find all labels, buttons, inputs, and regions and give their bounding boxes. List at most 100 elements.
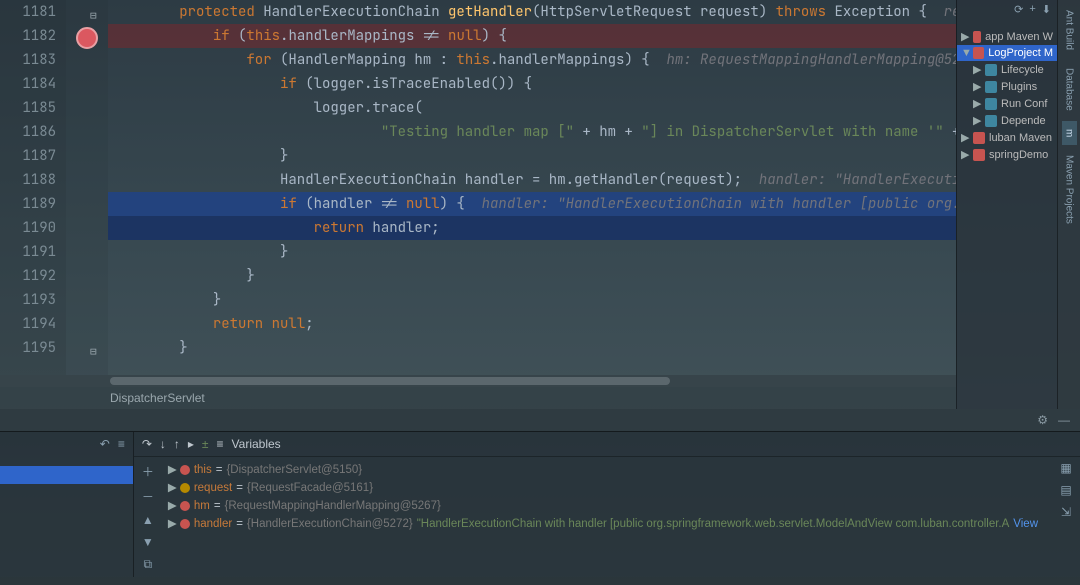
project-tree-item[interactable]: ▶ Run Conf — [957, 95, 1057, 112]
module-icon — [973, 47, 984, 59]
line-number: 1183 — [0, 48, 56, 72]
code-line[interactable]: return null; — [108, 312, 956, 336]
expand-icon[interactable]: ▶ — [973, 97, 981, 110]
variables-tab-label[interactable]: Variables — [232, 437, 281, 451]
editor-horizontal-scrollbar[interactable] — [0, 375, 956, 387]
code-line[interactable]: return handler; — [108, 216, 956, 240]
var-value: {HandlerExecutionChain@5272} — [247, 515, 413, 533]
project-tree-item[interactable]: ▶springDemo — [957, 146, 1057, 163]
expand-icon[interactable]: ▶ — [973, 63, 981, 76]
var-kind-icon — [180, 501, 190, 511]
filter-icon[interactable]: ▤ — [1060, 483, 1071, 497]
maven-projects-panel[interactable]: ⟳ + ⬇ ▶app Maven W ▼ LogProject M ▶Lifecycl… — [956, 0, 1057, 409]
var-kind-icon — [180, 483, 190, 493]
download-icon[interactable]: ⬇ — [1042, 3, 1051, 25]
breakpoint-marker[interactable] — [76, 27, 98, 49]
tool-window-tab[interactable]: Database — [1062, 60, 1077, 119]
right-tool-tabs[interactable]: Ant Build Database m Maven Projects — [1057, 0, 1080, 409]
code-line[interactable]: if (handler != null) { handler: "Handler… — [108, 192, 956, 216]
expand-icon[interactable]: ▶ — [168, 515, 176, 533]
code-line[interactable]: if (this.handlerMappings != null) { — [108, 24, 956, 48]
scrollbar-thumb[interactable] — [110, 377, 670, 385]
remove-watch-icon[interactable]: － — [142, 488, 154, 505]
variables-toolbar[interactable]: ＋ － ▲ ▼ ⧉ — [134, 457, 162, 577]
expand-icon[interactable]: ▶ — [961, 131, 969, 144]
code-line[interactable]: } — [108, 264, 956, 288]
project-tree-item[interactable]: ▶ Depende — [957, 112, 1057, 129]
expand-icon[interactable]: ▶ — [168, 497, 176, 515]
code-line[interactable]: for (HandlerMapping hm : this.handlerMap… — [108, 48, 956, 72]
expand-icon[interactable]: ▶ — [973, 80, 981, 93]
tree-item-label: luban Maven — [989, 132, 1052, 144]
project-tree-item[interactable]: ▶ luban Maven — [957, 129, 1057, 146]
tool-window-header[interactable]: ⚙ — — [0, 409, 1080, 431]
status-bar — [0, 577, 1080, 585]
code-area[interactable]: protected HandlerExecutionChain getHandl… — [108, 0, 956, 375]
tree-item-label: Depende — [1001, 115, 1046, 127]
line-number: 1185 — [0, 96, 56, 120]
code-line[interactable]: } — [108, 336, 956, 360]
code-line[interactable]: logger.trace( — [108, 96, 956, 120]
step-over-icon[interactable]: ↷ — [142, 437, 152, 451]
var-value: {RequestFacade@5161} — [247, 479, 373, 497]
thread-dropdown-icon[interactable]: ≡ — [118, 437, 125, 451]
variable-row[interactable]: ▶ hm = {RequestMappingHandlerMapping@526… — [168, 497, 1046, 515]
var-name: hm — [194, 497, 210, 515]
breadcrumb[interactable]: DispatcherServlet — [0, 387, 956, 409]
project-tree-item[interactable]: ▶app Maven W — [957, 28, 1057, 45]
step-out-icon[interactable]: ↑ — [174, 437, 180, 451]
expand-icon[interactable]: ▶ — [168, 461, 176, 479]
fold-icon[interactable]: ⊟ — [90, 4, 97, 28]
gear-icon[interactable]: ⚙ — [1037, 413, 1048, 427]
step-into-icon[interactable]: ↓ — [160, 437, 166, 451]
layout-icon[interactable]: ▦ — [1060, 461, 1071, 475]
variable-row[interactable]: ▶ request = {RequestFacade@5161} — [168, 479, 1046, 497]
fold-icon[interactable]: ⊟ — [90, 340, 97, 364]
up-icon[interactable]: ▲ — [142, 513, 154, 527]
frames-panel[interactable]: ↶ ≡ — [0, 432, 134, 577]
code-line[interactable]: protected HandlerExecutionChain getHandl… — [108, 0, 956, 24]
selected-frame[interactable] — [0, 466, 133, 484]
code-line[interactable]: } — [108, 288, 956, 312]
run-to-cursor-icon[interactable]: ▸ — [188, 437, 194, 451]
prev-frame-icon[interactable]: ↶ — [100, 437, 110, 451]
line-number: 1191 — [0, 240, 56, 264]
code-line[interactable]: "Testing handler map [" + hm + "] in Dis… — [108, 120, 956, 144]
down-icon[interactable]: ▼ — [142, 535, 154, 549]
project-tree-item[interactable]: ▶Plugins — [957, 78, 1057, 95]
expand-icon[interactable]: ▶ — [961, 30, 969, 43]
tool-window-tab[interactable]: Maven Projects — [1062, 147, 1077, 232]
gutter-marks[interactable]: ⊟ ⊟ — [66, 0, 108, 375]
code-editor[interactable]: 1181118211831184118511861187118811891190… — [0, 0, 956, 375]
line-number: 1181 — [0, 0, 56, 24]
close-icon[interactable]: — — [1058, 413, 1070, 427]
code-line[interactable]: } — [108, 240, 956, 264]
expand-icon[interactable]: ▶ — [168, 479, 176, 497]
refresh-icon[interactable]: ⟳ — [1014, 3, 1023, 25]
project-tree-item[interactable]: ▼ LogProject M — [957, 45, 1057, 61]
variables-panel[interactable]: ↷ ↓ ↑ ▸ ± ≡ Variables ＋ － ▲ ▼ ⧉ ▶ this =… — [134, 432, 1080, 577]
add-watch-icon[interactable]: ＋ — [142, 463, 154, 480]
view-link[interactable]: View — [1013, 515, 1046, 533]
tree-item-label: LogProject M — [988, 47, 1053, 59]
project-tree-item[interactable]: ▶Lifecycle — [957, 61, 1057, 78]
code-line[interactable]: } — [108, 144, 956, 168]
expand-icon[interactable]: ▶ — [973, 114, 981, 127]
code-line[interactable]: if (logger.isTraceEnabled()) { — [108, 72, 956, 96]
expand-icon[interactable]: ▼ — [961, 47, 969, 59]
line-gutter: 1181118211831184118511861187118811891190… — [0, 0, 66, 375]
expand-icon[interactable]: ▶ — [961, 148, 969, 161]
plus-icon[interactable]: + — [1029, 3, 1035, 25]
pin-icon[interactable]: ⇲ — [1061, 505, 1071, 519]
line-number: 1188 — [0, 168, 56, 192]
module-icon — [985, 115, 997, 127]
tool-window-tab[interactable]: Ant Build — [1062, 2, 1077, 58]
tool-window-tab[interactable]: m — [1062, 121, 1077, 145]
code-line[interactable]: HandlerExecutionChain handler = hm.getHa… — [108, 168, 956, 192]
line-number: 1190 — [0, 216, 56, 240]
variable-row[interactable]: ▶ this = {DispatcherServlet@5150} — [168, 461, 1046, 479]
variable-row[interactable]: ▶ handler = {HandlerExecutionChain@5272}… — [168, 515, 1046, 533]
copy-icon[interactable]: ⧉ — [144, 557, 153, 572]
tree-item-label: Run Conf — [1001, 98, 1047, 110]
debug-tool-window[interactable]: ↶ ≡ ↷ ↓ ↑ ▸ ± ≡ Variables ＋ － ▲ ▼ ⧉ ▶ — [0, 431, 1080, 577]
